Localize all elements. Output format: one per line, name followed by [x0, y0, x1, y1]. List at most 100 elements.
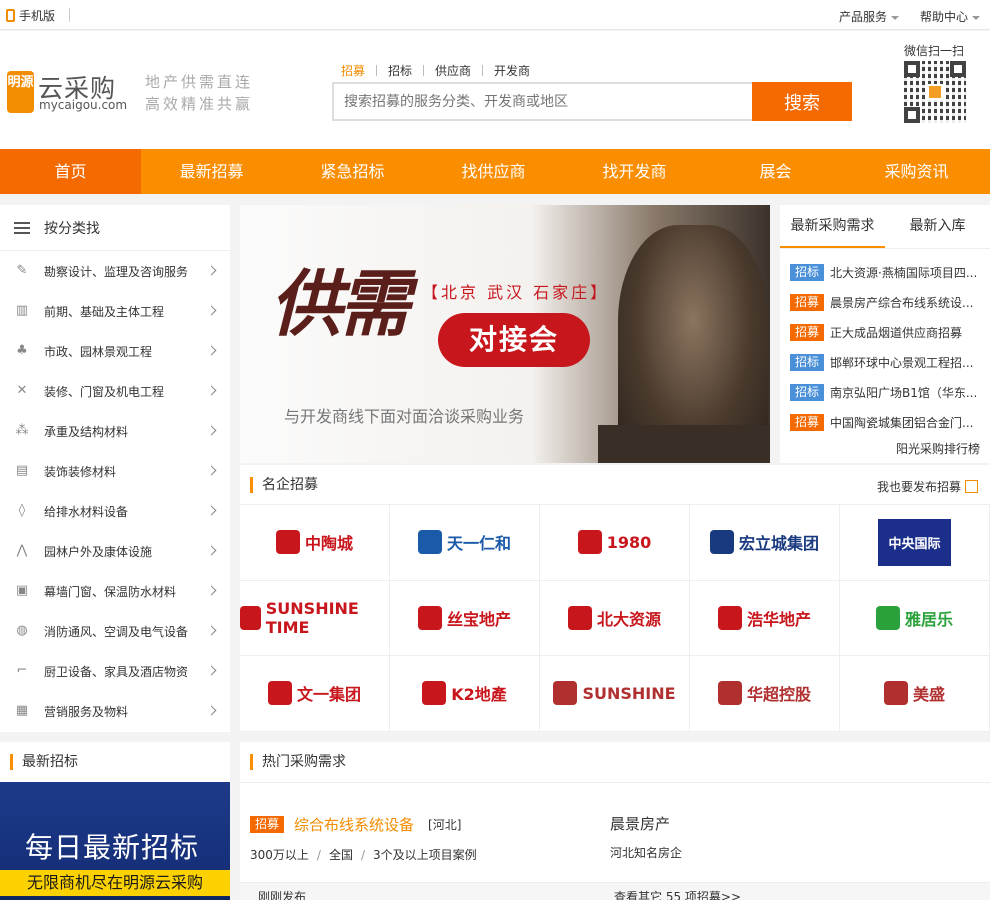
nav-urgent-bid[interactable]: 紧急招标 — [282, 149, 423, 194]
brand-logo-cell[interactable]: 丝宝地产 — [390, 580, 540, 657]
header: 明源 云采购 mycaigou.com 地产供需直连 高效精准共赢 招募 招标 … — [0, 31, 990, 149]
news-item[interactable]: 招募 正大成品烟道供应商招募 — [780, 317, 990, 347]
category-icon: ⋀ — [16, 543, 28, 558]
category-icon: ⌐ — [16, 663, 28, 678]
brand-logo-cell[interactable]: K2地產 — [390, 656, 540, 732]
news-item[interactable]: 招募 中国陶瓷城集团铝合金门... — [780, 407, 990, 437]
brand-name: 1980 — [606, 532, 652, 552]
brand-name: 宏立城集团 — [738, 534, 819, 554]
category-item[interactable]: ✕ 装修、门窗及机电工程 — [0, 371, 230, 411]
nav-latest-recruit[interactable]: 最新招募 — [141, 149, 282, 194]
brand-logo-cell[interactable]: 1980 — [540, 505, 690, 581]
view-other-link[interactable]: 查看其它 55 项招募>> — [614, 888, 741, 900]
brand-name: 华超控股 — [746, 685, 811, 705]
brand-logo-cell[interactable]: 美盛 — [840, 656, 990, 732]
news-item[interactable]: 招标 南京弘阳广场B1馆（华东... — [780, 377, 990, 407]
brand-name: 中陶城 — [304, 534, 353, 554]
latest-bid-banner[interactable]: 每日最新招标 无限商机尽在明源云采购 — [0, 782, 230, 900]
brand-logo-cell[interactable]: 华超控股 — [690, 656, 840, 732]
category-item[interactable]: ◊ 给排水材料设备 — [0, 491, 230, 531]
category-item[interactable]: ✎ 勘察设计、监理及咨询服务 — [0, 251, 230, 291]
brand-mark-icon — [553, 681, 578, 706]
brand-logo: K2地產 — [422, 681, 507, 706]
category-icon: ⁂ — [15, 423, 29, 438]
brand-logo: SUNSHINE TIME — [240, 599, 389, 637]
brand-name: 雅居乐 — [904, 609, 953, 629]
help-center-menu[interactable]: 帮助中心 — [920, 8, 981, 25]
category-icon: ◍ — [16, 623, 28, 638]
category-label: 承重及结构材料 — [44, 424, 129, 439]
hot-item-title[interactable]: 招募 综合布线系统设备 [河北] — [250, 814, 461, 835]
search-input[interactable] — [332, 82, 753, 121]
brand-logo: 天一仁和 — [417, 530, 511, 555]
search-tab-recruit[interactable]: 招募 — [341, 62, 365, 79]
tab-latest-demand[interactable]: 最新采购需求 — [780, 205, 885, 248]
news-item[interactable]: 招标 邯郸环球中心景观工程招... — [780, 347, 990, 377]
hot-item-company-desc: 河北知名房企 — [610, 846, 683, 860]
brand-logo-cell[interactable]: 天一仁和 — [390, 505, 540, 581]
brand-logo-cell[interactable]: 宏立城集团 — [690, 505, 840, 581]
nav-exhibition[interactable]: 展会 — [705, 149, 846, 194]
news-tag: 招募 — [790, 413, 824, 431]
news-item[interactable]: 招募 晨景房产综合布线系统设... — [780, 287, 990, 317]
nav-find-supplier[interactable]: 找供应商 — [423, 149, 564, 194]
product-services-label: 产品服务 — [839, 10, 888, 24]
list-icon — [14, 221, 30, 234]
category-item[interactable]: ▦ 营销服务及物料 — [0, 691, 230, 731]
news-title: 中国陶瓷城集团铝合金门... — [830, 415, 974, 430]
news-item[interactable]: 招标 北大资源·燕楠国际项目四... — [780, 257, 990, 287]
brand-logo-cell[interactable]: SUNSHINE TIME — [240, 580, 390, 657]
brand-logo-cell[interactable]: 浩华地产 — [690, 580, 840, 657]
news-tag: 招标 — [790, 263, 824, 281]
brand-name: 文一集团 — [296, 685, 361, 705]
search-button[interactable]: 搜索 — [752, 82, 852, 121]
search-tab-supplier[interactable]: 供应商 — [435, 62, 471, 79]
hot-item-name[interactable]: 综合布线系统设备 — [294, 814, 414, 835]
category-label: 前期、基础及主体工程 — [44, 304, 165, 319]
brand-logo-cell[interactable]: 雅居乐 — [840, 580, 990, 657]
brand-mark-icon — [883, 681, 908, 706]
category-icon: ◊ — [18, 503, 26, 518]
nav-purchase-news[interactable]: 采购资讯 — [846, 149, 987, 194]
category-item[interactable]: ⌐ 厨卫设备、家具及酒店物资 — [0, 651, 230, 691]
category-item[interactable]: ▤ 装饰装修材料 — [0, 451, 230, 491]
banner-cities: 【北京 武汉 石家庄】 — [422, 283, 610, 302]
category-icon: ▥ — [15, 303, 29, 318]
brand-logo-cell[interactable]: SUNSHINE — [540, 656, 690, 732]
section-title: 热门采购需求 — [250, 754, 346, 770]
divider — [423, 65, 425, 76]
brand-logo: 浩华地产 — [717, 605, 811, 630]
logo-badge[interactable]: 明源 — [7, 71, 34, 113]
category-item[interactable]: ♣ 市政、园林景观工程 — [0, 331, 230, 371]
brand-logo: 美盛 — [883, 681, 945, 706]
search-tab-developer[interactable]: 开发商 — [494, 62, 530, 79]
brand-logo-cell[interactable]: 北大资源 — [540, 580, 690, 657]
brand-logo-grid: 中陶城 天一仁和 1980 宏立城集团 中央国际 SUNSHINE TIME 丝宝地产 北大资… — [240, 505, 990, 732]
brand-name: 美盛 — [912, 685, 945, 705]
brand-logo-cell[interactable]: 中央国际 — [840, 505, 990, 581]
category-item[interactable]: ⁂ 承重及结构材料 — [0, 411, 230, 451]
brand-logo: 北大资源 — [567, 605, 661, 630]
news-list: 招标 北大资源·燕楠国际项目四... 招募 晨景房产综合布线系统设... 招募 正大成品烟… — [780, 249, 990, 437]
product-services-menu[interactable]: 产品服务 — [839, 8, 900, 25]
chevron-right-icon — [206, 665, 217, 676]
brand-logo-cell[interactable]: 中陶城 — [240, 505, 390, 581]
news-tag: 招标 — [790, 353, 824, 371]
search-tab-bid[interactable]: 招标 — [388, 62, 412, 79]
promo-banner[interactable]: 供需 【北京 武汉 石家庄】 对接会 与开发商线下面对面洽谈采购业务 — [240, 205, 770, 463]
mobile-version-link[interactable]: 手机版 — [6, 7, 55, 24]
brand-logo-cell[interactable]: 文一集团 — [240, 656, 390, 732]
nav-find-developer[interactable]: 找开发商 — [564, 149, 705, 194]
category-item[interactable]: ◍ 消防通风、空调及电气设备 — [0, 611, 230, 651]
brand-logo: 中央国际 — [878, 518, 951, 566]
publish-recruit-link[interactable]: 我也要发布招募 — [877, 478, 978, 495]
category-item[interactable]: ▣ 幕墙门窗、保温防水材料 — [0, 571, 230, 611]
nav-home[interactable]: 首页 — [0, 149, 141, 194]
news-title: 晨景房产综合布线系统设... — [830, 295, 974, 310]
ranking-link[interactable]: 阳光采购排行榜 — [896, 440, 980, 457]
tab-latest-storage[interactable]: 最新入库 — [885, 205, 990, 248]
hot-footer: 刚刚发布 查看其它 55 项招募>> — [240, 882, 990, 900]
category-item[interactable]: ⋀ 园林户外及康体设施 — [0, 531, 230, 571]
category-item[interactable]: ▥ 前期、基础及主体工程 — [0, 291, 230, 331]
hot-item-company[interactable]: 晨景房产 — [610, 813, 670, 834]
